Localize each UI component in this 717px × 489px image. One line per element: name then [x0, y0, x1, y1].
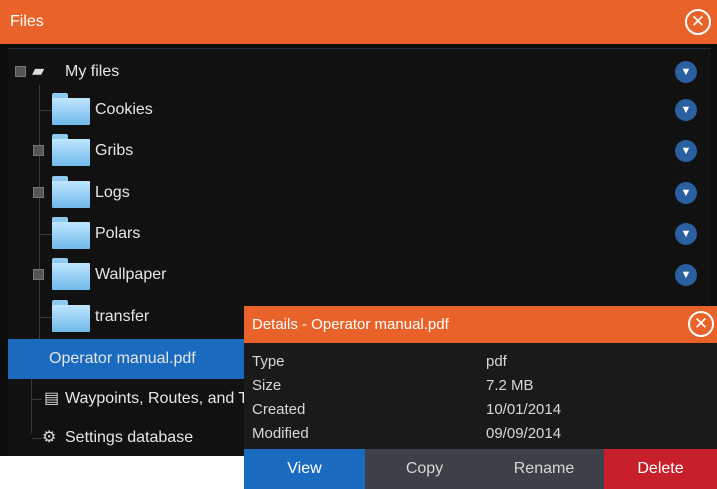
tree-item-cookies[interactable]: Cookies ▼ — [8, 90, 711, 130]
tree-item-label: Settings database — [65, 429, 194, 446]
detail-value: 7.2 MB — [486, 377, 534, 394]
detail-row-size: Size 7.2 MB — [244, 374, 717, 398]
detail-key: Type — [252, 353, 285, 370]
detail-key: Size — [252, 377, 282, 394]
files-close-button[interactable]: ✕ — [685, 9, 711, 35]
delete-button[interactable]: Delete — [604, 449, 717, 489]
chevron-down-icon[interactable]: ▼ — [675, 182, 697, 204]
folder-icon — [52, 300, 90, 332]
tree-item-label: Cookies — [95, 101, 153, 118]
expand-icon[interactable] — [33, 145, 44, 156]
drive-icon: ▰ — [32, 63, 45, 80]
tree-item-polars[interactable]: Polars ▼ — [8, 214, 711, 254]
close-icon: ✕ — [693, 314, 709, 333]
tree-item-gribs[interactable]: Gribs ▼ — [8, 131, 711, 171]
folder-icon — [52, 258, 90, 290]
chevron-down-icon[interactable]: ▼ — [675, 140, 697, 162]
tree-item-label: Logs — [95, 184, 130, 201]
tree-item-label: Polars — [95, 225, 141, 242]
tree-item-label: Operator manual.pdf — [49, 350, 196, 367]
database-icon: ▤ — [44, 390, 60, 407]
detail-value: 09/09/2014 — [486, 425, 562, 442]
view-button[interactable]: View — [244, 449, 365, 489]
detail-value: pdf — [486, 353, 507, 370]
rename-button[interactable]: Rename — [484, 449, 604, 489]
chevron-down-icon[interactable]: ▼ — [675, 61, 697, 83]
tree-item-label: My files — [65, 63, 120, 80]
folder-icon — [52, 134, 90, 166]
details-title: Details - Operator manual.pdf — [252, 316, 449, 333]
tree-item-my-files[interactable]: ▰ My files ▼ — [8, 52, 711, 92]
detail-key: Created — [252, 401, 306, 418]
detail-row-created: Created 10/01/2014 — [244, 398, 717, 422]
tree-item-label: Wallpaper — [95, 266, 167, 283]
tree-item-label: Gribs — [95, 142, 134, 159]
folder-icon — [52, 176, 90, 208]
chevron-down-icon[interactable]: ▼ — [675, 223, 697, 245]
collapse-icon[interactable] — [15, 66, 26, 77]
details-actions: View Copy Rename Delete — [244, 449, 717, 489]
expand-icon[interactable] — [33, 187, 44, 198]
tree-item-wallpaper[interactable]: Wallpaper ▼ — [8, 255, 711, 295]
expand-icon[interactable] — [33, 269, 44, 280]
chevron-down-icon[interactable]: ▼ — [675, 264, 697, 286]
details-close-button[interactable]: ✕ — [688, 311, 714, 337]
tree-item-label: transfer — [95, 308, 150, 325]
copy-button[interactable]: Copy — [365, 449, 484, 489]
files-header: Files ✕ — [0, 0, 717, 44]
chevron-down-icon[interactable]: ▼ — [675, 99, 697, 121]
settings-database-icon: ⚙ — [42, 429, 57, 446]
detail-row-modified: Modified 09/09/2014 — [244, 422, 717, 446]
detail-value: 10/01/2014 — [486, 401, 562, 418]
tree-item-logs[interactable]: Logs ▼ — [8, 173, 711, 213]
folder-icon — [52, 93, 90, 125]
details-header: Details - Operator manual.pdf ✕ — [244, 306, 717, 343]
tree-item-operator-manual[interactable]: Operator manual.pdf — [8, 339, 244, 379]
details-dialog: Details - Operator manual.pdf ✕ Type pdf… — [244, 306, 717, 489]
close-icon: ✕ — [690, 12, 706, 31]
detail-row-type: Type pdf — [244, 350, 717, 374]
files-title: Files — [10, 13, 44, 30]
detail-key: Modified — [252, 425, 309, 442]
folder-icon — [52, 217, 90, 249]
